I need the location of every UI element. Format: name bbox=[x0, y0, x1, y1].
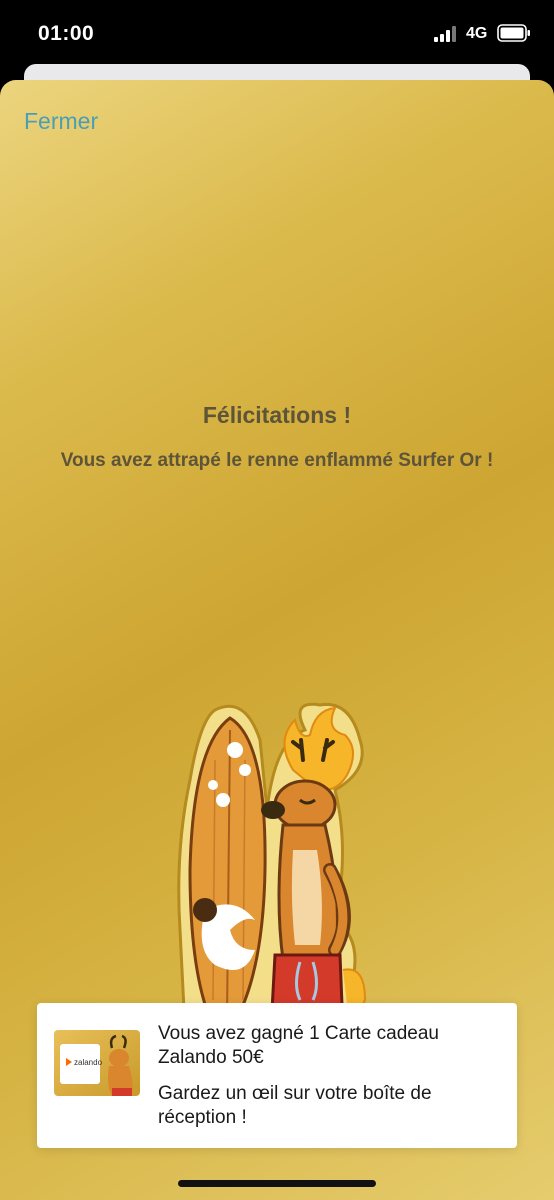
signal-bars-icon bbox=[434, 26, 456, 42]
close-button[interactable]: Fermer bbox=[24, 108, 98, 135]
gift-card-image: zalando bbox=[54, 1030, 140, 1096]
congrats-message: Vous avez attrapé le renne enflammé Surf… bbox=[60, 450, 494, 471]
gift-card-brand: zalando bbox=[74, 1058, 103, 1067]
reward-title: Vous avez gagné 1 Carte cadeau Zalando 5… bbox=[158, 1023, 439, 1068]
status-bar: 01:00 4G bbox=[0, 0, 554, 66]
reward-card[interactable]: zalando Vous avez gagné 1 Carte cadeau Z… bbox=[37, 1003, 517, 1148]
home-indicator[interactable] bbox=[178, 1180, 376, 1187]
network-label: 4G bbox=[466, 25, 488, 42]
reward-subtitle: Gardez un œil sur votre boîte de récepti… bbox=[158, 1083, 432, 1128]
reward-modal: Fermer Félicitations ! Vous avez attrapé… bbox=[0, 80, 554, 1200]
congrats-title: Félicitations ! bbox=[202, 402, 352, 428]
surfer-reindeer-mascot-icon bbox=[177, 702, 367, 1030]
battery-icon bbox=[497, 24, 530, 42]
status-time: 01:00 bbox=[38, 22, 95, 45]
